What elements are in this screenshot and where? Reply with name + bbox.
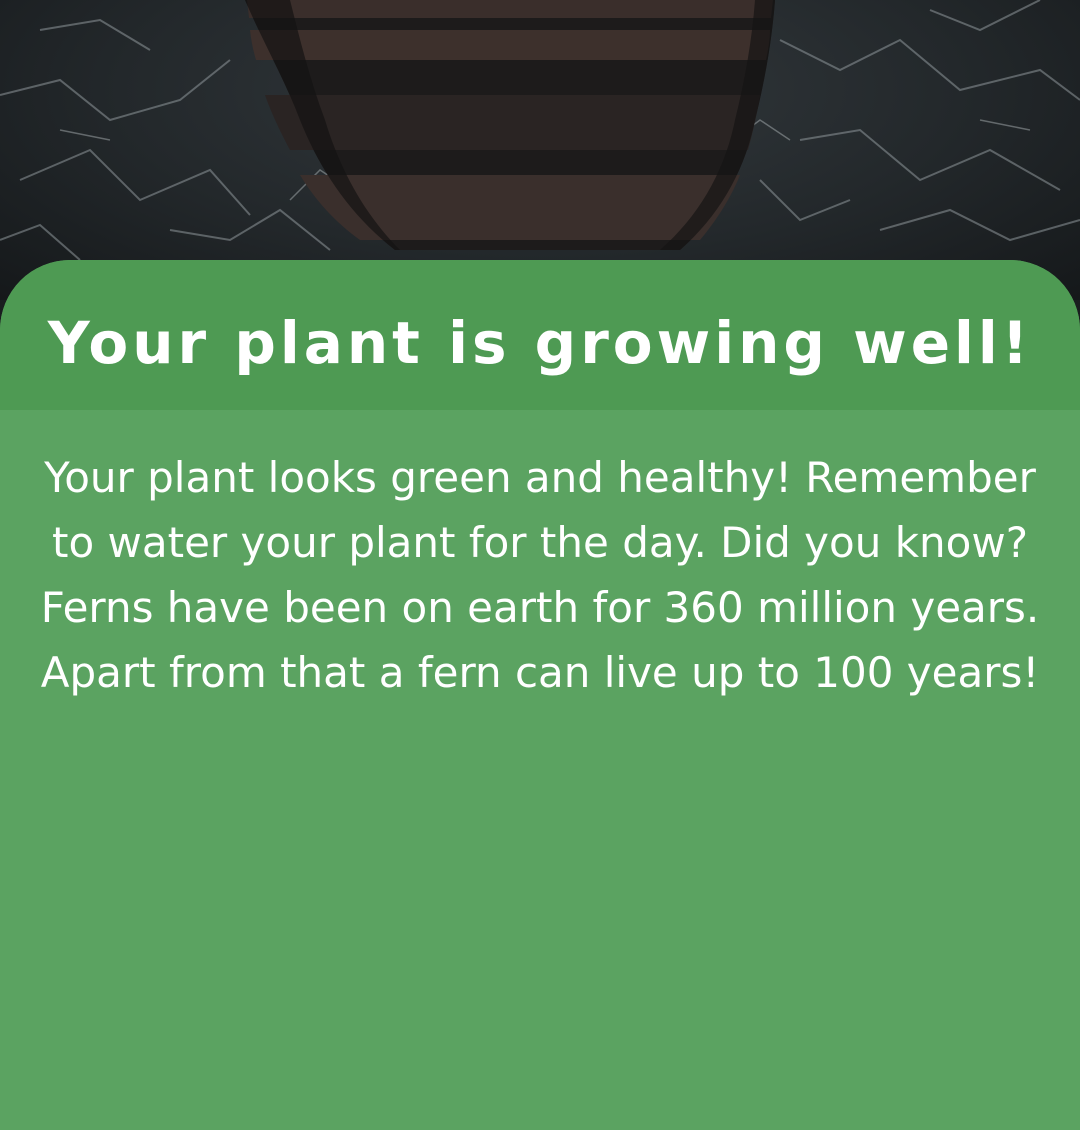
card-message: Your plant looks green and healthy! Reme… [40, 453, 1040, 697]
planter-pot-on-marble-icon [0, 0, 1080, 261]
plant-status-card: Your plant is growing well! Your plant l… [0, 260, 1080, 1130]
pot [245, 0, 775, 250]
card-header: Your plant is growing well! [0, 260, 1080, 410]
plant-scene [0, 0, 1080, 300]
card-title: Your plant is growing well! [47, 309, 1033, 377]
